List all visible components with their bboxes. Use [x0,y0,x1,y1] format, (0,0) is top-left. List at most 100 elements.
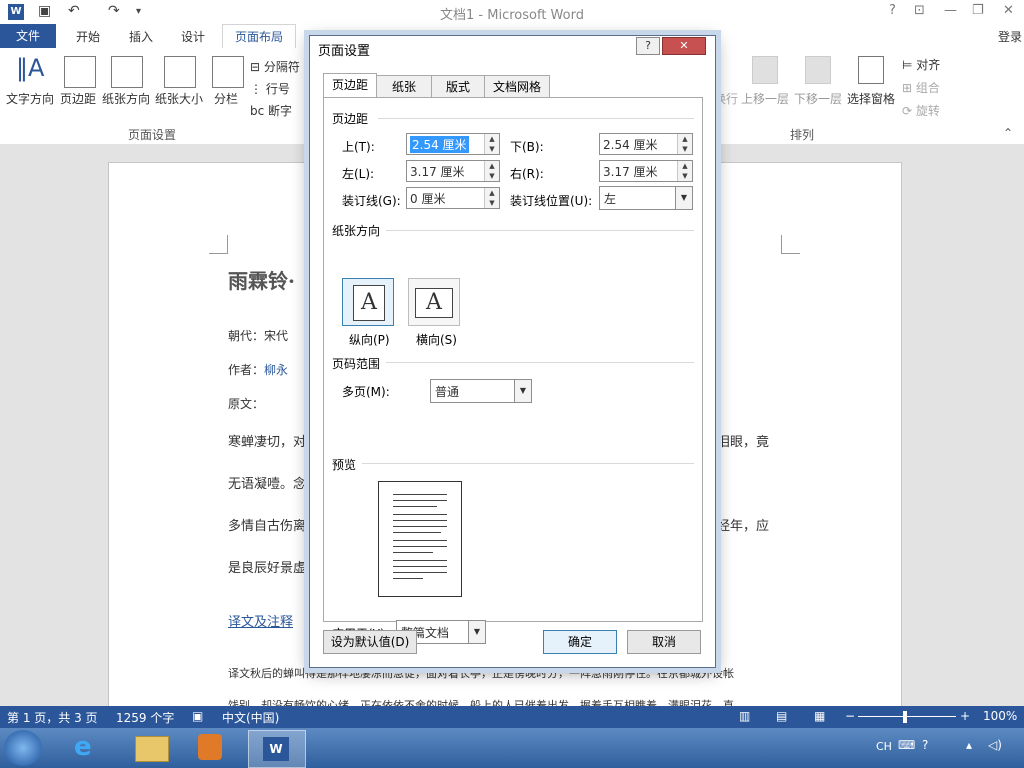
doc-line-4-left: 是良辰好景虚 [228,561,307,576]
ribbon-display-button[interactable]: ⊡ [914,3,925,18]
columns-icon [212,56,244,88]
tab-insert[interactable]: 插入 [129,28,153,45]
pages-divider [386,362,694,363]
input-language[interactable]: CH [876,740,892,753]
dialog-help-button[interactable]: ? [636,37,660,55]
tab-layout-options[interactable]: 版式 [431,75,485,98]
explorer-icon[interactable] [135,736,169,762]
right-margin-spinner[interactable]: ▲ ▼ [677,161,692,181]
gutter-spinner[interactable]: ▲ ▼ [484,188,499,208]
rotate-button[interactable]: ⟳ 旋转 [902,102,940,119]
wrap-text-button[interactable]: 换行 [714,90,738,107]
keyboard-icon[interactable]: ⌨ [898,738,915,752]
ok-button[interactable]: 确定 [543,630,617,654]
proofing-icon[interactable]: ▣ [192,709,203,723]
tab-design[interactable]: 设计 [181,28,205,45]
gutter-label: 装订线(G): [342,194,401,208]
doc-original-label: 原文： [228,397,265,411]
landscape-option[interactable]: A [408,278,460,326]
chevron-down-icon[interactable]: ▼ [675,187,692,209]
page-count[interactable]: 第 1 页，共 3 页 [7,709,98,726]
margins-divider [378,118,694,119]
tab-page-layout[interactable]: 页面布局 [222,24,296,49]
word-count[interactable]: 1259 个字 [116,709,174,726]
portrait-option[interactable]: A [342,278,394,326]
title-bar: W ▣ ↶ ↷ ▾ 文档1 - Microsoft Word ? ⊡ — ❐ ✕ [0,0,1024,24]
zoom-out-button[interactable]: − [845,709,855,723]
bottom-margin-spinner[interactable]: ▲ ▼ [677,134,692,154]
align-icon: ⊨ [902,58,913,72]
left-margin-input[interactable]: 3.17 厘米 ▲ ▼ [406,160,500,182]
start-button[interactable] [4,730,42,766]
collapse-ribbon-icon[interactable]: ⌃ [1003,126,1013,140]
web-layout-icon[interactable]: ▦ [814,709,825,723]
doc-line-2-left: 无语凝噎。念 [228,477,307,492]
left-margin-spinner[interactable]: ▲ ▼ [484,161,499,181]
zoom-level[interactable]: 100% [983,709,1017,723]
tray-expand-icon[interactable]: ▴ [966,738,972,752]
taskbar: e W CH ⌨ ? ▴ ◁) [0,728,1024,768]
line-numbers-button[interactable]: ⋮ 行号 [250,80,290,97]
group-icon: ⊞ [902,81,913,95]
ie-icon[interactable]: e [74,732,92,762]
send-backward-icon [805,56,831,84]
media-player-icon[interactable] [198,734,222,760]
tab-home[interactable]: 开始 [76,28,100,45]
bottom-margin-input[interactable]: 2.54 厘米 ▲ ▼ [599,133,693,155]
gutter-input[interactable]: 0 厘米 ▲ ▼ [406,187,500,209]
zoom-slider[interactable] [858,716,956,717]
doc-line-1-right: 泪眼，竟 [717,435,770,450]
landscape-label[interactable]: 横向(S) [416,331,457,348]
gutter-position-select[interactable]: 左 ▼ [599,186,693,210]
close-button[interactable]: ✕ [1003,3,1014,18]
corner-mark-left [209,235,228,254]
window-title: 文档1 - Microsoft Word [440,8,584,23]
top-margin-spinner[interactable]: ▲ ▼ [484,134,499,154]
hyphenation-button[interactable]: bc 断字 [250,102,292,119]
preview-section-label: 预览 [332,458,357,472]
doc-line-3-right: 经年，应 [717,519,770,534]
align-button[interactable]: ⊨ 对齐 [902,56,940,73]
author-link[interactable]: 柳永 [264,363,288,377]
selection-pane-icon [858,56,884,84]
doc-line-1-left: 寒蝉凄切，对 [228,435,307,450]
chevron-down-icon[interactable]: ▼ [468,621,485,643]
translation-link[interactable]: 译文及注释 [228,611,293,630]
portrait-icon: A [353,285,385,321]
right-margin-input[interactable]: 3.17 厘米 ▲ ▼ [599,160,693,182]
orientation-section-label: 纸张方向 [332,224,381,238]
word-taskbar-icon[interactable]: W [248,730,306,768]
tab-paper[interactable]: 纸张 [376,75,432,98]
language[interactable]: 中文(中国) [222,709,279,726]
doc-heading: 雨霖铃· [228,269,295,293]
top-margin-label: 上(T): [342,140,375,154]
landscape-icon: A [415,288,453,318]
margins-panel: 页边距 上(T): 2.54 厘米 ▲ ▼ 下(B): 2.54 厘米 ▲ ▼ 左(… [323,97,703,644]
dialog-close-button[interactable]: ✕ [662,37,706,55]
group-button[interactable]: ⊞ 组合 [902,79,940,96]
margins-icon [64,56,96,88]
volume-icon[interactable]: ◁) [988,738,1002,752]
tab-margins[interactable]: 页边距 [323,73,377,99]
restore-button[interactable]: ❐ [972,3,984,18]
tab-document-grid[interactable]: 文档网格 [484,75,550,98]
zoom-in-button[interactable]: + [960,709,970,723]
help-tray-icon[interactable]: ? [922,738,928,752]
sign-in-link[interactable]: 登录 [998,28,1022,45]
print-layout-icon[interactable]: ▤ [776,709,787,723]
status-bar: 第 1 页，共 3 页 1259 个字 ▣ 中文(中国) ▥ ▤ ▦ − + 1… [0,706,1024,728]
line-numbers-icon: ⋮ [250,82,262,96]
cancel-button[interactable]: 取消 [627,630,701,654]
left-margin-label: 左(L): [342,167,375,181]
help-button[interactable]: ? [889,3,896,18]
multiple-pages-select[interactable]: 普通 ▼ [430,379,532,403]
minimize-button[interactable]: — [944,3,957,18]
chevron-down-icon[interactable]: ▼ [514,380,531,402]
breaks-button[interactable]: ⊟ 分隔符 [250,58,300,75]
read-mode-icon[interactable]: ▥ [739,709,750,723]
portrait-label[interactable]: 纵向(P) [349,331,390,348]
top-margin-input[interactable]: 2.54 厘米 ▲ ▼ [406,133,500,155]
zoom-thumb[interactable] [903,711,907,723]
tab-file[interactable]: 文件 [0,24,56,48]
set-default-button[interactable]: 设为默认值(D) [323,630,417,654]
